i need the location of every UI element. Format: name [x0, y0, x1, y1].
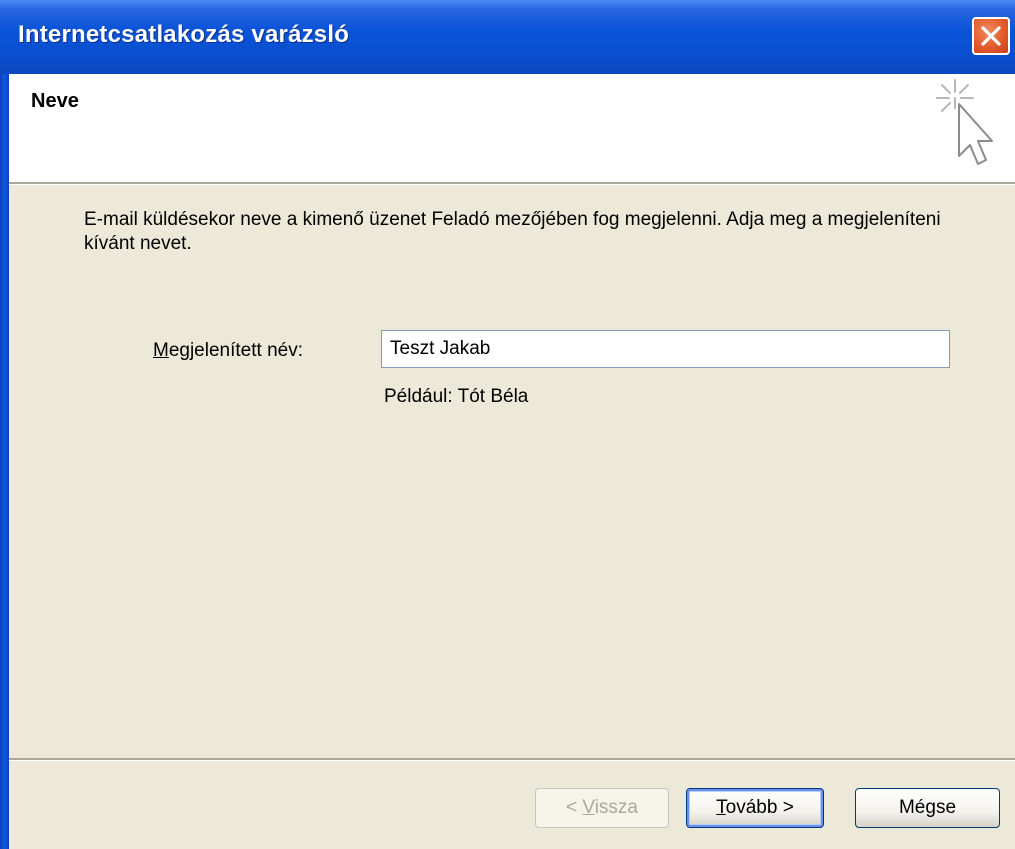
back-button-prefix: <	[565, 797, 583, 818]
display-name-label: Megjelenített név:	[153, 340, 303, 362]
display-name-input[interactable]	[381, 330, 950, 368]
title-bar[interactable]: Internetcsatlakozás varázsló	[0, 0, 1015, 74]
cancel-button[interactable]: Mégse	[855, 788, 1000, 828]
description-text: E-mail küldésekor neve a kimenő üzenet F…	[84, 209, 941, 254]
example-text: Például: Tót Béla	[384, 386, 529, 407]
close-x-icon	[981, 26, 1001, 46]
display-name-label-accel: M	[153, 340, 169, 361]
back-button[interactable]: < Vissza	[535, 788, 669, 828]
wizard-window: Internetcsatlakozás varázsló Neve E-mail…	[0, 0, 1015, 849]
wizard-header: Neve	[9, 74, 1015, 182]
footer-separator	[9, 758, 1015, 761]
back-button-text: issza	[594, 797, 638, 818]
next-button-text: ovább >	[725, 797, 794, 818]
cursor-sparkle-icon	[936, 79, 993, 165]
window-title: Internetcsatlakozás varázsló	[18, 21, 350, 48]
next-button-accel: T	[716, 797, 726, 818]
window-left-border	[0, 74, 9, 849]
close-button[interactable]	[972, 17, 1010, 55]
next-button[interactable]: Tovább >	[686, 788, 824, 828]
header-separator	[9, 182, 1015, 185]
page-title: Neve	[31, 90, 79, 112]
back-button-accel: V	[582, 797, 595, 818]
display-name-label-text: egjelenített név:	[168, 340, 303, 361]
